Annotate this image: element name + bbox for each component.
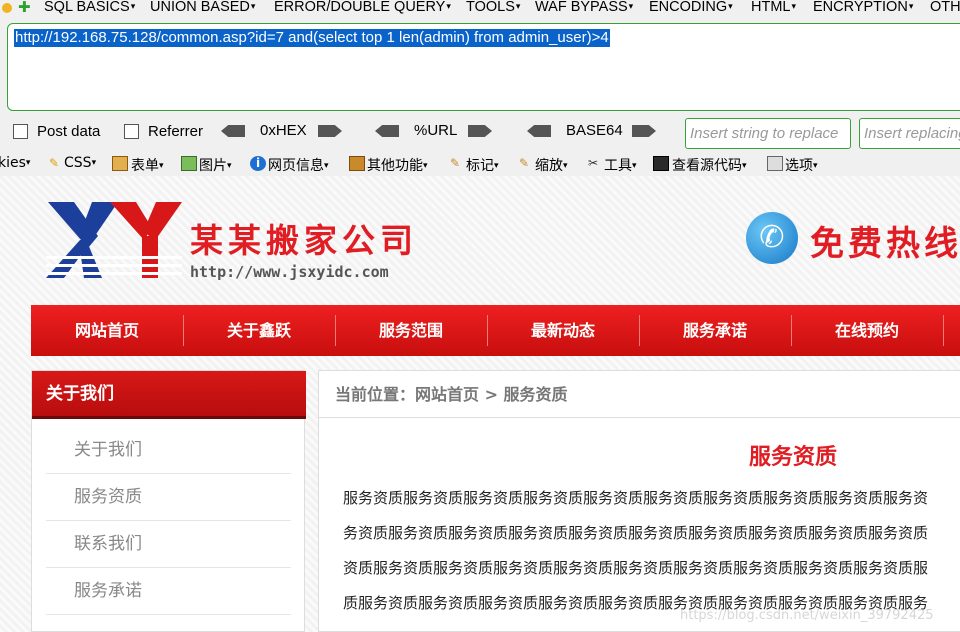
company-domain: http://www.jsxyidc.com [190,263,389,281]
menu-error-double-query[interactable]: ERROR/DOUBLE QUERY [274,0,451,15]
article-text-line: 服务资质服务资质服务资质服务资质服务资质服务资质服务资质服务资质服务资质服务资 [343,489,929,507]
plus-icon[interactable]: ✚ [18,0,31,16]
misc-icon [349,156,365,171]
menu-encoding[interactable]: ENCODING [649,0,733,15]
menu-cookies[interactable]: kies [0,155,30,171]
post-data-checkbox[interactable] [13,124,28,139]
menu-html[interactable]: HTML [751,0,796,15]
resize-pencil-icon: ✎ [518,156,530,170]
menu-images[interactable]: 图片 [199,155,232,175]
referrer-checkbox[interactable] [124,124,139,139]
form-icon [112,156,128,171]
menu-misc[interactable]: 其他功能 [367,155,428,175]
breadcrumb: 当前位置：网站首页 > 服务资质 [335,385,568,404]
csdn-watermark: https://blog.csdn.net/weixin_39792425 [680,608,934,623]
replacing-string-input[interactable]: Insert replacing string [859,118,960,149]
menu-union-based[interactable]: UNION BASED [150,0,255,15]
sidebar: 关于我们 关于我们 服务资质 联系我们 服务承诺 [31,370,306,632]
url-selected-text: http://192.168.75.128/common.asp?id=7 an… [14,29,610,47]
website-viewport: 某某搬家公司 http://www.jsxyidc.com ✆ 免费热线 网站首… [0,176,960,632]
menu-css[interactable]: CSS [64,155,96,171]
nav-booking[interactable]: 在线预约 [791,305,943,356]
nav-services[interactable]: 服务范围 [335,305,487,356]
menu-encryption[interactable]: ENCRYPTION [813,0,913,15]
base64-encode-arrow-icon[interactable] [632,125,656,137]
article-title: 服务资质 [749,445,838,470]
sidebar-title: 关于我们 [32,371,306,419]
menu-forms[interactable]: 表单 [131,155,164,175]
options-icon [767,156,783,171]
nav-promise[interactable]: 服务承诺 [639,305,791,356]
phone-icon: ✆ [746,212,798,264]
nav-news[interactable]: 最新动态 [487,305,639,356]
nav-home[interactable]: 网站首页 [31,305,183,356]
tools-icon: ✂ [587,156,599,170]
menu-other[interactable]: OTH [930,0,960,15]
menu-waf-bypass[interactable]: WAF BYPASS [535,0,633,15]
pencil-icon: ✎ [48,156,60,170]
post-data-label: Post data [37,123,101,140]
menu-tools2[interactable]: 工具 [604,155,637,175]
hex-encode-arrow-icon[interactable] [318,125,342,137]
status-dot-icon [2,3,12,13]
outline-pencil-icon: ✎ [449,156,461,170]
nav-divider [943,315,944,346]
menu-tools[interactable]: TOOLS [466,0,520,15]
image-icon [181,156,197,171]
url-textarea[interactable]: http://192.168.75.128/common.asp?id=7 an… [7,23,960,111]
url-encode-arrow-icon[interactable] [468,125,492,137]
info-icon: i [250,156,266,171]
company-name: 某某搬家公司 [190,221,418,260]
content-panel: 当前位置：网站首页 > 服务资质 服务资质 服务资质服务资质服务资质服务资质服务… [318,370,960,632]
hackbar-menu: ✚ SQL BASICS UNION BASED ERROR/DOUBLE QU… [0,0,960,17]
article-text-line: 资质服务资质服务资质服务资质服务资质服务资质服务资质服务资质服务资质服务资质服 [343,559,929,577]
main-nav: 网站首页 关于鑫跃 服务范围 最新动态 服务承诺 在线预约 [31,305,960,356]
xy-logo-icon [46,202,182,278]
hex-label: 0xHEX [260,122,307,139]
nav-about[interactable]: 关于鑫跃 [183,305,335,356]
menu-outline[interactable]: 标记 [466,155,499,175]
webdev-toolbar: kies ✎ CSS 表单 图片 i 网页信息 其他功能 ✎ 标记 ✎ 缩放 ✂… [0,152,960,176]
menu-page-info[interactable]: 网页信息 [268,155,329,175]
base64-label: BASE64 [566,122,623,139]
breadcrumb-divider [319,417,960,418]
article-text-line: 务资质服务资质服务资质服务资质服务资质服务资质服务资质服务资质服务资质服务资质 [343,524,929,542]
menu-view-source[interactable]: 查看源代码 [672,155,747,175]
url-decode-arrow-icon[interactable] [375,125,399,137]
hackbar-options: Post data Referrer 0xHEX %URL BASE64 Ins… [0,117,960,149]
hotline-text: 免费热线 [810,224,960,264]
menu-resize[interactable]: 缩放 [535,155,568,175]
menu-options[interactable]: 选项 [785,155,818,175]
view-source-icon [653,156,669,171]
sidebar-item-about[interactable]: 关于我们 [46,427,291,474]
referrer-label: Referrer [148,123,204,140]
hex-decode-arrow-icon[interactable] [221,125,245,137]
sidebar-item-promise[interactable]: 服务承诺 [46,568,291,615]
menu-sql-basics[interactable]: SQL BASICS [44,0,135,15]
sidebar-item-contact[interactable]: 联系我们 [46,521,291,568]
replace-string-input[interactable]: Insert string to replace [685,118,851,149]
base64-decode-arrow-icon[interactable] [527,125,551,137]
url-encode-label: %URL [414,122,458,139]
sidebar-item-qualification[interactable]: 服务资质 [46,474,291,521]
